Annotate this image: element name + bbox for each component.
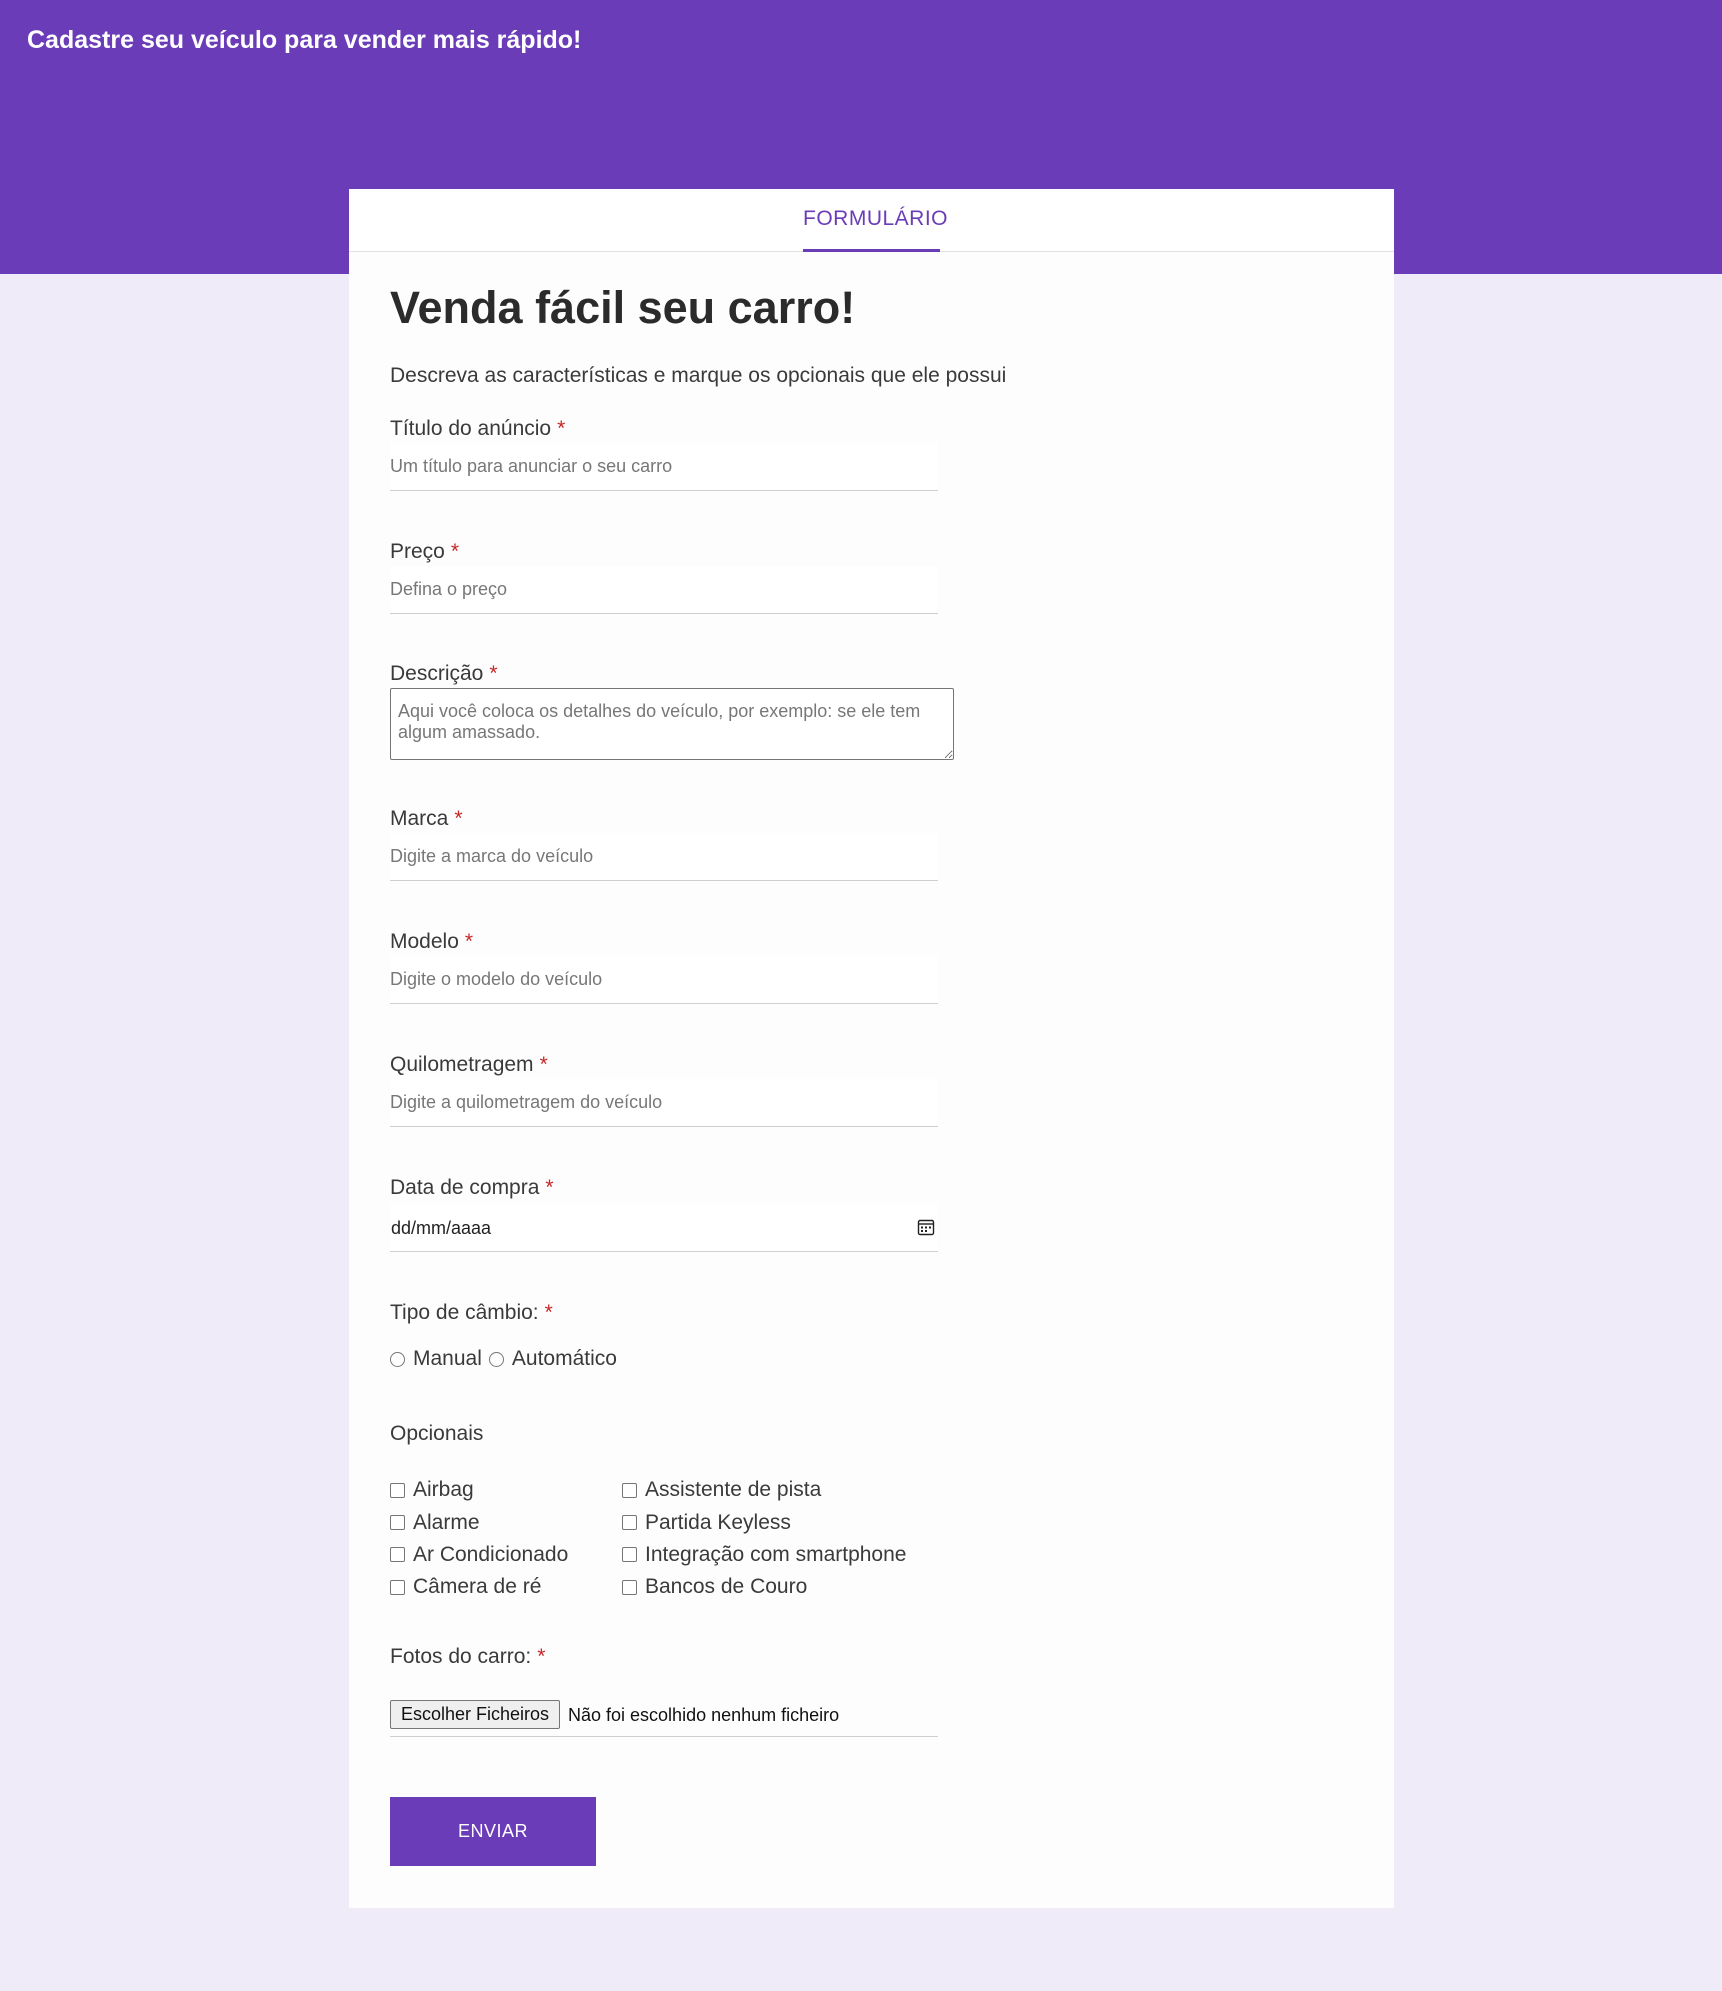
titulo-label: Título do anúncio *	[390, 417, 566, 440]
opcional-label[interactable]: Alarme	[413, 1511, 480, 1535]
submit-button[interactable]: ENVIAR	[390, 1797, 596, 1866]
data-compra-value: dd/mm/aaaa	[391, 1218, 492, 1238]
opcional-checkbox[interactable]	[622, 1482, 637, 1498]
header-title: Cadastre seu veículo para vender mais rá…	[27, 26, 582, 54]
fotos-label: Fotos do carro: *	[390, 1645, 546, 1668]
opcional-airbag[interactable]: Airbag	[390, 1474, 568, 1506]
titulo-input[interactable]	[390, 443, 938, 491]
tab-formulario[interactable]: FORMULÁRIO	[803, 207, 948, 252]
opcional-assistente-de-pista[interactable]: Assistente de pista	[622, 1474, 906, 1506]
data-compra-label: Data de compra *	[390, 1176, 554, 1199]
cambio-manual-label[interactable]: Manual	[413, 1347, 482, 1371]
opcionais-label: Opcionais	[390, 1422, 484, 1445]
required-marker: *	[545, 1176, 554, 1199]
opcional-checkbox[interactable]	[622, 1547, 637, 1563]
opcional-camera-de-re[interactable]: Câmera de ré	[390, 1571, 568, 1603]
opcional-label[interactable]: Airbag	[413, 1478, 474, 1502]
required-marker: *	[450, 540, 460, 563]
tab-formulario-label: FORMULÁRIO	[803, 207, 949, 230]
opcional-label[interactable]: Bancos de Couro	[645, 1575, 807, 1599]
file-status-text: Não foi escolhido nenhum ficheiro	[568, 1705, 840, 1725]
cambio-automatico-label[interactable]: Automático	[512, 1347, 617, 1371]
opcional-checkbox[interactable]	[390, 1515, 405, 1531]
quilometragem-label: Quilometragem *	[390, 1053, 548, 1076]
opcional-checkbox[interactable]	[390, 1482, 405, 1498]
opcional-label[interactable]: Partida Keyless	[645, 1511, 791, 1535]
quilometragem-input[interactable]	[390, 1079, 938, 1127]
modelo-input[interactable]	[390, 956, 938, 1004]
cambio-manual-radio[interactable]	[390, 1351, 405, 1367]
marca-input[interactable]	[390, 833, 938, 881]
opcional-integracao-smartphone[interactable]: Integração com smartphone	[622, 1539, 906, 1571]
required-marker: *	[537, 1645, 546, 1668]
opcional-checkbox[interactable]	[622, 1579, 637, 1595]
opcionais-column-1: Airbag Alarme Ar Condicionado Câmera de …	[390, 1474, 568, 1604]
choose-files-button[interactable]: Escolher Ficheiros	[390, 1700, 561, 1729]
opcional-label[interactable]: Integração com smartphone	[645, 1543, 906, 1567]
required-marker: *	[557, 417, 566, 440]
required-marker: *	[544, 1301, 553, 1324]
tab-bar: FORMULÁRIO	[349, 189, 1394, 252]
modelo-label: Modelo *	[390, 930, 474, 953]
cambio-options: Manual Automático	[390, 1347, 624, 1371]
required-marker: *	[489, 662, 498, 685]
opcionais-column-2: Assistente de pista Partida Keyless Inte…	[622, 1474, 906, 1604]
form-title: Venda fácil seu carro!	[390, 282, 856, 333]
descricao-label: Descrição *	[390, 662, 498, 685]
opcional-checkbox[interactable]	[390, 1579, 405, 1595]
opcional-bancos-de-couro[interactable]: Bancos de Couro	[622, 1571, 906, 1603]
form-subtitle: Descreva as características e marque os …	[390, 364, 1007, 387]
opcional-checkbox[interactable]	[622, 1515, 637, 1531]
marca-label: Marca *	[390, 807, 463, 830]
descricao-textarea[interactable]	[390, 688, 954, 760]
cambio-automatico-radio[interactable]	[488, 1351, 504, 1367]
required-marker: *	[539, 1053, 548, 1076]
opcional-partida-keyless[interactable]: Partida Keyless	[622, 1506, 906, 1538]
preco-label: Preço *	[390, 540, 460, 563]
opcional-alarme[interactable]: Alarme	[390, 1506, 568, 1538]
preco-input[interactable]	[390, 566, 938, 614]
calendar-icon[interactable]	[917, 1218, 935, 1236]
opcional-checkbox[interactable]	[390, 1547, 405, 1563]
opcional-label[interactable]: Assistente de pista	[645, 1478, 821, 1502]
opcional-label[interactable]: Câmera de ré	[413, 1575, 541, 1599]
form-card: FORMULÁRIO Venda fácil seu carro! Descre…	[349, 189, 1394, 1908]
opcional-ar-condicionado[interactable]: Ar Condicionado	[390, 1539, 568, 1571]
required-marker: *	[464, 930, 474, 953]
tab-active-indicator	[803, 249, 940, 252]
required-marker: *	[454, 807, 463, 830]
fotos-file-input: Escolher Ficheiros Não foi escolhido nen…	[390, 1686, 938, 1737]
opcional-label[interactable]: Ar Condicionado	[413, 1543, 568, 1567]
cambio-label: Tipo de câmbio: *	[390, 1301, 553, 1324]
data-compra-input[interactable]: dd/mm/aaaa	[390, 1204, 938, 1252]
